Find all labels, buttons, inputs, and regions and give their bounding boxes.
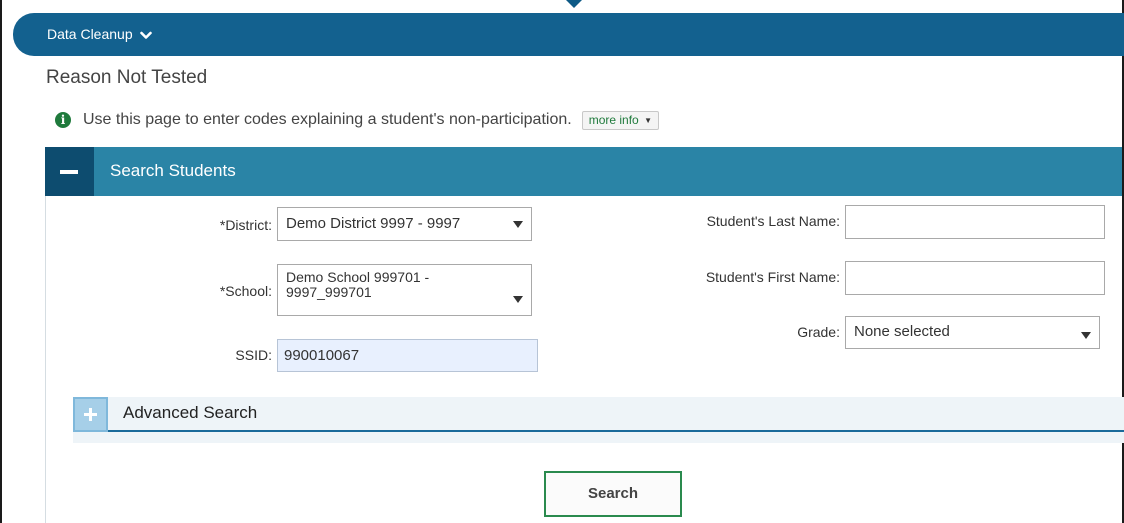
advanced-search-label[interactable]: Advanced Search [123,403,257,423]
caret-down-icon [513,221,523,228]
school-select[interactable]: Demo School 999701 - 9997_999701 [277,264,532,316]
minus-icon [60,170,78,174]
district-label: *District: [219,217,272,233]
more-info-button[interactable]: more info ▼ [581,110,659,130]
collapse-panel-button[interactable] [45,147,94,196]
search-students-panel-header: Search Students [45,147,1122,196]
data-cleanup-menu[interactable]: Data Cleanup [47,25,152,44]
caret-down-icon: ▼ [644,115,652,125]
ssid-input-value: 990010067 [284,347,360,364]
window-border-left [0,0,2,523]
grade-select[interactable]: None selected [845,316,1100,349]
grade-label: Grade: [797,324,840,340]
last-name-input[interactable] [845,205,1105,239]
district-select-value: Demo District 9997 - 9997 [286,215,461,232]
advanced-search-divider [73,430,1124,432]
first-name-input[interactable] [845,261,1105,295]
district-select[interactable]: Demo District 9997 - 9997 [277,207,532,241]
ssid-label: SSID: [235,347,272,363]
plus-icon [89,408,92,421]
caret-down-icon [1081,332,1091,339]
more-info-label: more info [588,112,639,127]
school-select-value-line1: Demo School 999701 - [286,269,430,285]
advanced-search-section: Advanced Search [73,397,1124,443]
expand-advanced-search-button[interactable] [73,397,108,432]
info-icon: i [55,112,71,128]
school-select-value-line2: 9997_999701 [286,284,372,300]
info-row: i Use this page to enter codes explainin… [55,108,659,132]
menu-pointer-notch [566,0,582,8]
school-label: *School: [219,283,272,299]
data-cleanup-menu-label: Data Cleanup [47,26,133,42]
chevron-down-icon [139,26,152,44]
first-name-label: Student's First Name: [705,269,840,285]
top-nav-bar: Data Cleanup [13,13,1124,56]
last-name-label: Student's Last Name: [706,213,840,229]
info-text: Use this page to enter codes explaining … [83,111,572,128]
ssid-input[interactable]: 990010067 [277,339,538,372]
caret-down-icon [513,296,523,303]
page-title: Reason Not Tested [46,67,208,88]
search-button[interactable]: Search [544,471,682,517]
grade-select-value: None selected [854,323,950,340]
panel-title: Search Students [110,161,236,180]
